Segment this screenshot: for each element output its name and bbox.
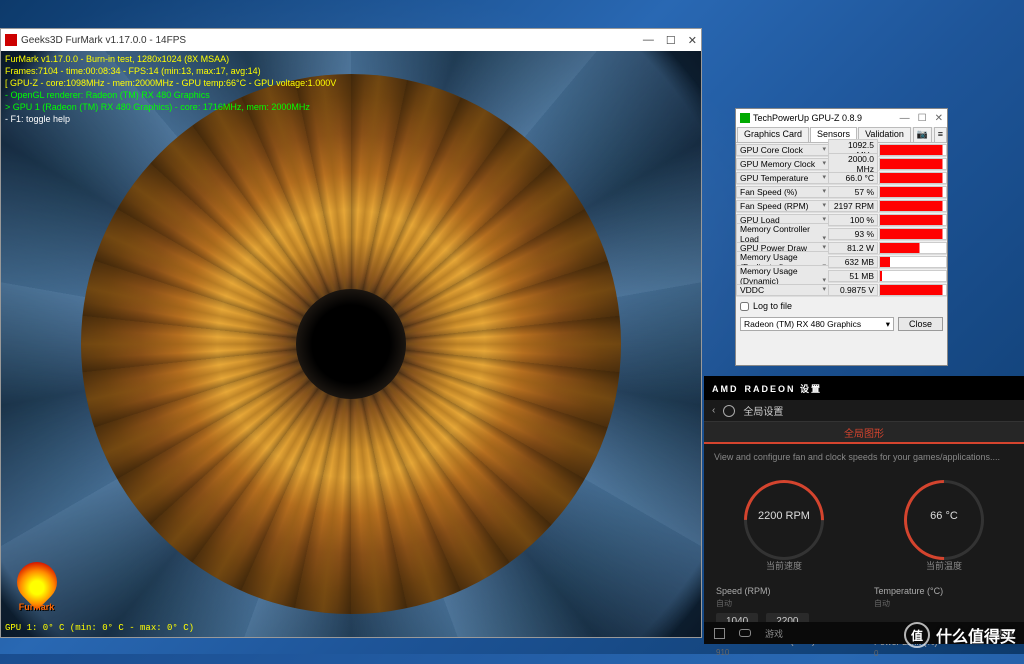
device-dropdown[interactable]: Radeon (TM) RX 480 Graphics [740, 317, 894, 331]
sensor-row: Memory Usage (Dynamic)51 MB [736, 269, 947, 283]
sensor-graph [879, 228, 947, 240]
watermark: 值 什么值得买 [904, 622, 1016, 648]
furmark-icon [5, 34, 17, 46]
sensor-list: GPU Core Clock1092.5 MHz GPU Memory Cloc… [736, 143, 947, 297]
gpuz-window: TechPowerUp GPU-Z 0.8.9 — ☐ ✕ Graphics C… [735, 108, 948, 366]
tab-graphics-card[interactable]: Graphics Card [737, 127, 809, 142]
sensor-graph [879, 214, 947, 226]
gpuz-icon [740, 113, 750, 123]
gpuz-log-row: Log to file [736, 297, 947, 315]
minimize-button[interactable]: — [643, 34, 654, 47]
maximize-button[interactable]: ☐ [666, 34, 676, 47]
menu-icon[interactable]: ≡ [934, 127, 947, 142]
close-button[interactable]: Close [898, 317, 943, 331]
sensor-graph [879, 270, 947, 282]
close-button[interactable]: ✕ [935, 113, 943, 124]
screenshot-icon[interactable]: 📷 [913, 127, 932, 142]
close-button[interactable]: ✕ [688, 34, 697, 47]
sensor-graph [879, 242, 947, 254]
sensor-graph [879, 144, 947, 156]
furmark-donut [81, 74, 621, 614]
sensor-graph [879, 172, 947, 184]
home-icon[interactable] [714, 628, 725, 639]
back-icon[interactable]: ‹ [712, 405, 715, 416]
furmark-viewport: FurMark v1.17.0.0 - Burn-in test, 1280x1… [1, 51, 701, 637]
gpuz-title-text: TechPowerUp GPU-Z 0.8.9 [753, 113, 862, 123]
furmark-window: Geeks3D FurMark v1.17.0.0 - 14FPS — ☐ ✕ … [0, 28, 702, 638]
minimize-button[interactable]: — [900, 113, 910, 124]
sensor-row: Memory Controller Load93 % [736, 227, 947, 241]
furmark-title-text: Geeks3D FurMark v1.17.0.0 - 14FPS [21, 35, 186, 46]
furmark-titlebar[interactable]: Geeks3D FurMark v1.17.0.0 - 14FPS — ☐ ✕ [1, 29, 701, 51]
amd-logo: AMDRADEON 设置 [712, 382, 822, 395]
amd-tab-global[interactable]: 全局图形 [704, 422, 1024, 444]
sensor-graph [879, 158, 947, 170]
amd-header[interactable]: AMDRADEON 设置 [704, 376, 1024, 400]
nav-title: 全局设置 [743, 403, 783, 418]
gpuz-titlebar[interactable]: TechPowerUp GPU-Z 0.8.9 — ☐ ✕ [736, 109, 947, 127]
maximize-button[interactable]: ☐ [918, 113, 927, 124]
sensor-graph [879, 256, 947, 268]
fan-speed-gauge: 2200 RPM 当前速度 [739, 480, 829, 570]
furmark-overlay: FurMark v1.17.0.0 - Burn-in test, 1280x1… [5, 53, 336, 125]
amd-description: View and configure fan and clock speeds … [704, 444, 1024, 470]
amd-radeon-window: AMDRADEON 设置 ‹ 全局设置 全局图形 View and config… [704, 376, 1024, 644]
sensor-graph [879, 284, 947, 296]
log-checkbox[interactable] [740, 302, 749, 311]
log-label: Log to file [753, 301, 792, 311]
sensor-graph [879, 186, 947, 198]
nav-game[interactable]: 游戏 [765, 627, 783, 640]
temperature-gauge: 66 °C 当前温度 [899, 480, 989, 570]
watermark-icon: 值 [904, 622, 930, 648]
sensor-row: Fan Speed (%)57 % [736, 185, 947, 199]
sensor-row: VDDC0.9875 V [736, 283, 947, 297]
watermark-text: 什么值得买 [936, 623, 1016, 647]
sensor-row: GPU Temperature66.0 °C [736, 171, 947, 185]
sensor-graph [879, 200, 947, 212]
globe-icon [723, 405, 735, 417]
amd-nav: ‹ 全局设置 [704, 400, 1024, 422]
game-icon[interactable] [739, 629, 751, 637]
amd-gauges: 2200 RPM 当前速度 66 °C 当前温度 [704, 470, 1024, 580]
furmark-logo: FurMark [9, 562, 64, 617]
sensor-row: GPU Memory Clock2000.0 MHz [736, 157, 947, 171]
furmark-gpu-status: GPU 1: 0° C (min: 0° C - max: 0° C) [5, 623, 194, 633]
sensor-row: Fan Speed (RPM)2197 RPM [736, 199, 947, 213]
